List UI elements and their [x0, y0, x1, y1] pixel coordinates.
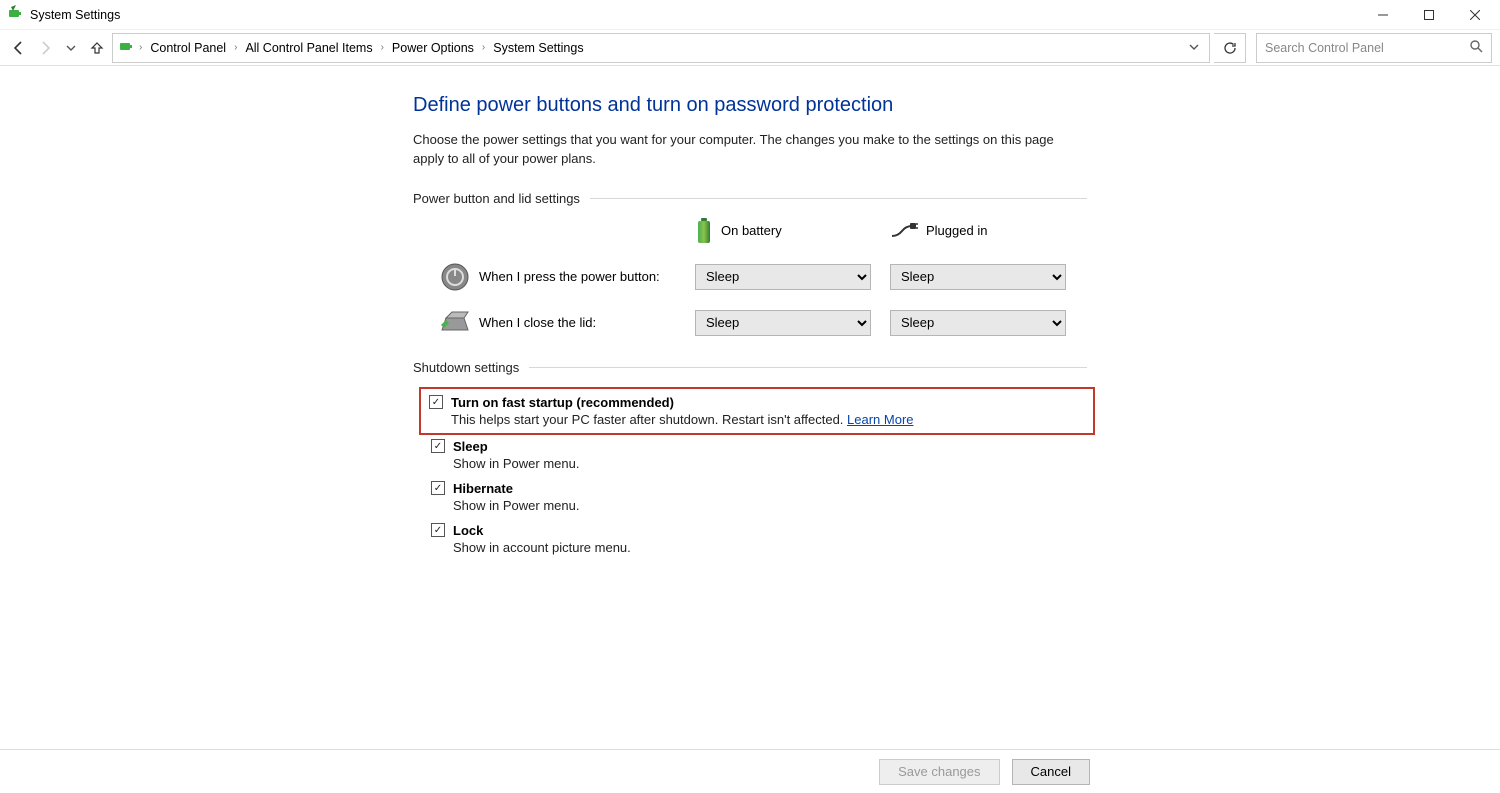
shutdown-item-sleep: ✓ Sleep Show in Power menu. — [431, 439, 1087, 471]
page-description: Choose the power settings that you want … — [413, 131, 1087, 169]
lock-desc: Show in account picture menu. — [453, 540, 1087, 555]
maximize-button[interactable] — [1406, 0, 1452, 30]
address-dropdown-icon[interactable] — [1185, 41, 1203, 55]
shutdown-item-hibernate: ✓ Hibernate Show in Power menu. — [431, 481, 1087, 513]
cancel-button[interactable]: Cancel — [1012, 759, 1090, 785]
search-icon — [1469, 39, 1483, 56]
row-label-power-button: When I press the power button: — [479, 269, 695, 284]
col-label-plugged: Plugged in — [926, 223, 987, 238]
column-header-battery: On battery — [695, 218, 890, 244]
shutdown-item-lock: ✓ Lock Show in account picture menu. — [431, 523, 1087, 555]
hibernate-title: Hibernate — [453, 481, 513, 496]
save-changes-button[interactable]: Save changes — [879, 759, 999, 785]
close-lid-battery-select[interactable]: Sleep — [695, 310, 871, 336]
section-title: Shutdown settings — [413, 360, 519, 375]
search-input[interactable] — [1265, 41, 1469, 55]
sleep-checkbox[interactable]: ✓ — [431, 439, 445, 453]
section-header-shutdown: Shutdown settings — [413, 360, 1087, 375]
search-box[interactable] — [1256, 33, 1492, 63]
power-button-icon — [431, 262, 479, 292]
hibernate-checkbox[interactable]: ✓ — [431, 481, 445, 495]
battery-icon — [695, 218, 713, 244]
power-button-battery-select[interactable]: Sleep — [695, 264, 871, 290]
refresh-button[interactable] — [1214, 33, 1246, 63]
chevron-right-icon[interactable]: › — [232, 42, 239, 53]
control-panel-icon — [119, 38, 135, 57]
breadcrumb-item[interactable]: Control Panel — [146, 41, 230, 55]
learn-more-link[interactable]: Learn More — [847, 412, 913, 427]
close-button[interactable] — [1452, 0, 1498, 30]
back-button[interactable] — [8, 37, 30, 59]
breadcrumb-item[interactable]: System Settings — [489, 41, 587, 55]
close-lid-plugged-select[interactable]: Sleep — [890, 310, 1066, 336]
up-button[interactable] — [86, 37, 108, 59]
power-button-plugged-select[interactable]: Sleep — [890, 264, 1066, 290]
row-label-close-lid: When I close the lid: — [479, 315, 695, 330]
hibernate-desc: Show in Power menu. — [453, 498, 1087, 513]
shutdown-item-fast-startup: ✓ Turn on fast startup (recommended) Thi… — [419, 387, 1095, 435]
minimize-button[interactable] — [1360, 0, 1406, 30]
fast-startup-checkbox[interactable]: ✓ — [429, 395, 443, 409]
forward-button[interactable] — [34, 37, 56, 59]
power-options-icon — [8, 5, 24, 24]
page-heading: Define power buttons and turn on passwor… — [413, 94, 1087, 117]
sleep-title: Sleep — [453, 439, 488, 454]
chevron-right-icon[interactable]: › — [137, 42, 144, 53]
section-header-power-button-lid: Power button and lid settings — [413, 191, 1087, 206]
plug-icon — [890, 222, 918, 240]
breadcrumb-item[interactable]: All Control Panel Items — [241, 41, 376, 55]
lock-checkbox[interactable]: ✓ — [431, 523, 445, 537]
footer-bar: Save changes Cancel — [0, 749, 1500, 793]
chevron-right-icon[interactable]: › — [379, 42, 386, 53]
title-bar: System Settings — [0, 0, 1500, 30]
content-area: Define power buttons and turn on passwor… — [0, 66, 1500, 749]
fast-startup-title: Turn on fast startup (recommended) — [451, 395, 674, 410]
column-header-plugged: Plugged in — [890, 222, 1085, 240]
col-label-battery: On battery — [721, 223, 782, 238]
sleep-desc: Show in Power menu. — [453, 456, 1087, 471]
lock-title: Lock — [453, 523, 483, 538]
chevron-right-icon[interactable]: › — [480, 42, 487, 53]
address-bar[interactable]: › Control Panel › All Control Panel Item… — [112, 33, 1210, 63]
fast-startup-desc: This helps start your PC faster after sh… — [451, 412, 1083, 427]
recent-locations-dropdown[interactable] — [60, 37, 82, 59]
window-title: System Settings — [30, 8, 120, 22]
breadcrumb-item[interactable]: Power Options — [388, 41, 478, 55]
section-title: Power button and lid settings — [413, 191, 580, 206]
nav-bar: › Control Panel › All Control Panel Item… — [0, 30, 1500, 66]
lid-icon — [431, 310, 479, 336]
